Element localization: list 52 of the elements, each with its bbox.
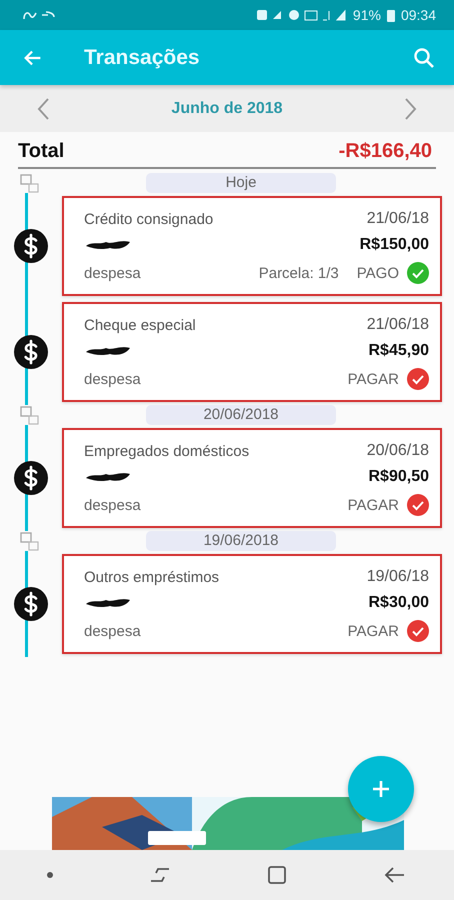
month-label: Junho de 2018 [171, 100, 283, 118]
transaction-type: despesa [84, 264, 141, 282]
redaction-mark [84, 596, 132, 610]
payment-status: PAGO [356, 264, 399, 282]
date-header: Hoje [146, 173, 336, 193]
transaction-date: 19/06/18 [366, 568, 429, 586]
clock-time: 09:34 [400, 7, 436, 23]
transaction-card[interactable]: Crédito consignado 21/06/18 R$150,00 despesa Parcela: 1/3 PAGO [62, 196, 442, 296]
dollar-icon [14, 335, 48, 369]
redaction-mark [84, 344, 132, 358]
transaction-type: despesa [84, 496, 141, 514]
check-icon[interactable] [407, 620, 429, 642]
category-label: Cheque especial [84, 316, 196, 334]
total-label: Total [18, 140, 64, 163]
transaction-amount: R$90,50 [368, 468, 429, 486]
transaction-card[interactable]: Empregados domésticos 20/06/18 R$90,50 despesa PAGAR [62, 428, 442, 528]
battery-percent: 91% [352, 7, 381, 23]
redaction-mark [84, 238, 132, 252]
plus-icon[interactable] [370, 778, 392, 800]
payment-status: PAGAR [348, 622, 399, 640]
transaction-type: despesa [84, 622, 141, 640]
payment-status: PAGAR [348, 496, 399, 514]
check-icon[interactable] [407, 262, 429, 284]
total-amount: -R$166,40 [338, 140, 432, 163]
transaction-card[interactable]: Outros empréstimos 19/06/18 R$30,00 despesa PAGAR [62, 554, 442, 654]
category-label: Crédito consignado [84, 210, 214, 228]
transaction-amount: R$30,00 [368, 594, 429, 612]
check-icon[interactable] [407, 494, 429, 516]
category-label: Empregados domésticos [84, 442, 250, 460]
dollar-icon [14, 587, 48, 621]
transaction-date: 21/06/18 [366, 316, 429, 334]
date-header: 19/06/2018 [146, 531, 336, 551]
check-icon[interactable] [407, 368, 429, 390]
transaction-amount: R$150,00 [360, 236, 429, 254]
transaction-card[interactable]: Cheque especial 21/06/18 R$45,90 despesa PAGAR [62, 302, 442, 402]
transaction-amount: R$45,90 [368, 342, 429, 360]
date-header: 20/06/2018 [146, 405, 336, 425]
transaction-date: 21/06/18 [366, 210, 429, 228]
add-button[interactable] [348, 756, 414, 822]
battery-icon [386, 8, 395, 22]
transaction-type: despesa [84, 370, 141, 388]
payment-status: PAGAR [348, 370, 399, 388]
transaction-date: 20/06/18 [366, 442, 429, 460]
category-label: Outros empréstimos [84, 568, 220, 586]
dollar-icon [14, 461, 48, 495]
signal-icon [256, 9, 347, 21]
redaction-mark [84, 470, 132, 484]
dot-icon[interactable] [46, 871, 54, 879]
notification-icon [22, 9, 56, 21]
installment-label: Parcela: 1/3 [258, 264, 339, 282]
dollar-icon [14, 229, 48, 263]
screen-title: Transações [84, 46, 200, 70]
